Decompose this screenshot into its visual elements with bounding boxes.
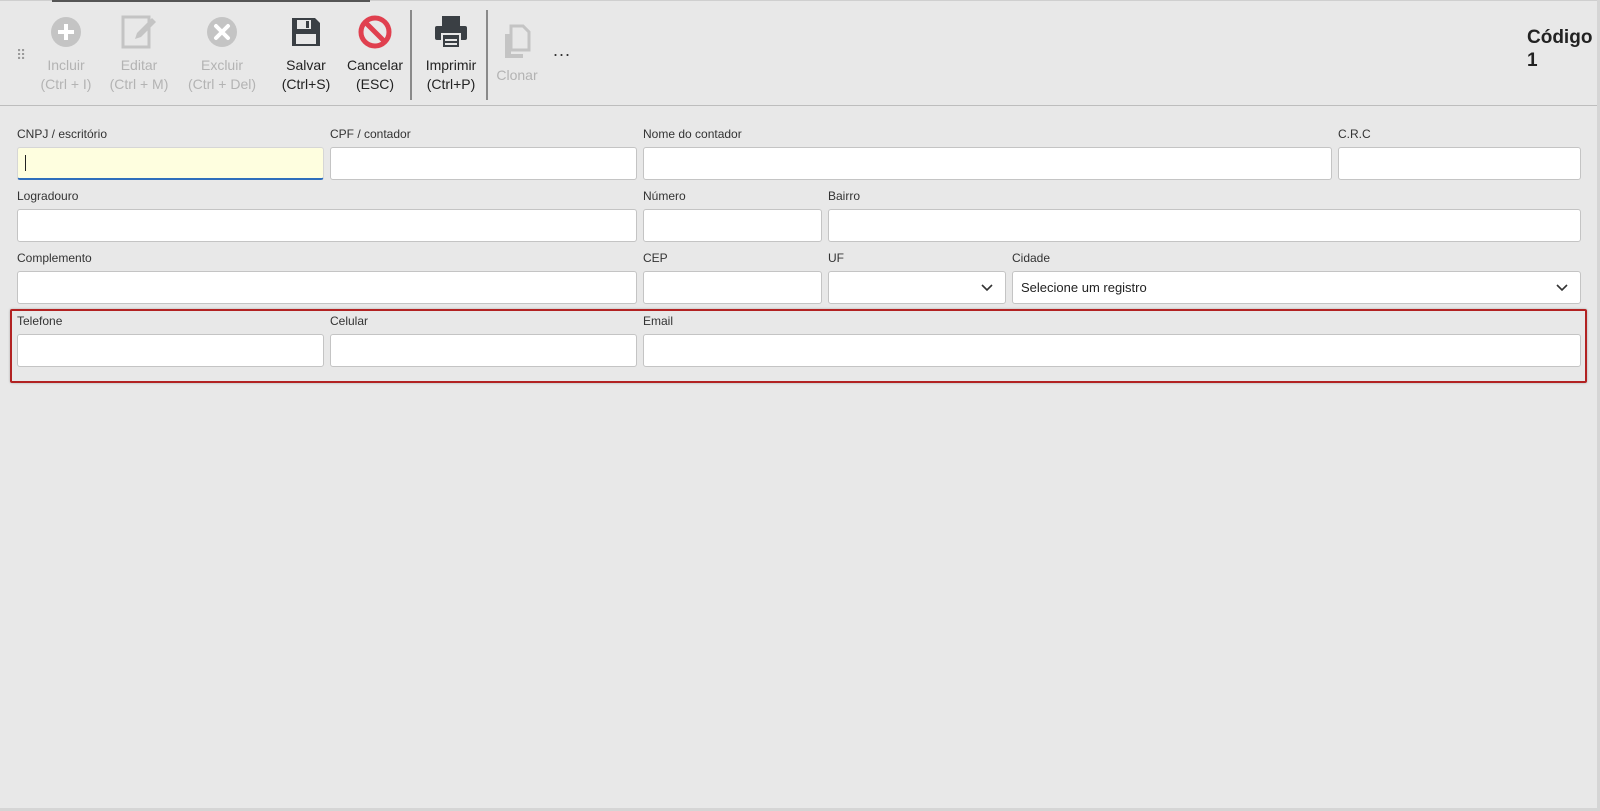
telefone-label: Telefone (17, 314, 63, 328)
toolbar-separator (410, 10, 412, 100)
logradouro-input[interactable] (17, 209, 637, 242)
toolbar: ⠿ Incluir (Ctrl + I) Editar (Ctrl + M) E… (0, 2, 1597, 106)
uf-field: UF (828, 251, 1006, 304)
cpf-label: CPF / contador (330, 127, 411, 141)
codigo-label: Código (1527, 27, 1593, 48)
cnpj-label: CNPJ / escritório (17, 127, 108, 141)
codigo-value: 1 (1527, 50, 1538, 71)
numero-label: Número (643, 189, 686, 203)
codigo-display: Código 1 (1527, 26, 1592, 72)
editar-label: Editar (120, 57, 158, 73)
email-field: Email (643, 314, 1581, 367)
toolbar-separator (486, 10, 488, 100)
cidade-selected-value: Selecione um registro (1021, 280, 1147, 295)
cpf-field: CPF / contador (330, 127, 637, 180)
clonar-button[interactable]: Clonar (494, 22, 540, 110)
cancel-icon (357, 12, 393, 52)
email-label: Email (643, 314, 674, 328)
complemento-label: Complemento (17, 251, 92, 265)
x-circle-icon (204, 12, 240, 52)
celular-input[interactable] (330, 334, 637, 367)
email-input[interactable] (643, 334, 1581, 367)
telefone-field: Telefone (17, 314, 324, 367)
chevron-down-icon (1556, 283, 1568, 291)
excluir-button[interactable]: Excluir (Ctrl + Del) (184, 12, 260, 100)
nome-field: Nome do contador (643, 127, 1332, 180)
numero-input[interactable] (643, 209, 822, 242)
cep-field: CEP (643, 251, 822, 304)
telefone-input[interactable] (17, 334, 324, 367)
more-options-button[interactable]: ... (553, 40, 571, 61)
incluir-button[interactable]: Incluir (Ctrl + I) (38, 12, 94, 100)
editar-button[interactable]: Editar (Ctrl + M) (106, 12, 172, 100)
clonar-label: Clonar (496, 67, 538, 83)
editar-shortcut: (Ctrl + M) (109, 76, 169, 92)
salvar-button[interactable]: Salvar (Ctrl+S) (278, 12, 334, 100)
cancelar-button[interactable]: Cancelar (ESC) (344, 12, 406, 100)
bairro-label: Bairro (828, 189, 861, 203)
cancelar-label: Cancelar (346, 57, 404, 73)
cancelar-shortcut: (ESC) (355, 76, 395, 92)
chevron-down-icon (981, 283, 993, 291)
cidade-label: Cidade (1012, 251, 1051, 265)
incluir-label: Incluir (47, 57, 85, 73)
bairro-input[interactable] (828, 209, 1581, 242)
cep-input[interactable] (643, 271, 822, 304)
copy-icon (499, 22, 535, 62)
numero-field: Número (643, 189, 822, 242)
complemento-input[interactable] (17, 271, 637, 304)
crc-field: C.R.C (1338, 127, 1581, 180)
salvar-shortcut: (Ctrl+S) (281, 76, 331, 92)
excluir-label: Excluir (200, 57, 243, 73)
uf-select[interactable] (828, 271, 1006, 304)
logradouro-field: Logradouro (17, 189, 637, 242)
cpf-input[interactable] (330, 147, 637, 180)
bairro-field: Bairro (828, 189, 1581, 242)
nome-input[interactable] (643, 147, 1332, 180)
printer-icon (433, 12, 469, 52)
logradouro-label: Logradouro (17, 189, 79, 203)
incluir-shortcut: (Ctrl + I) (40, 76, 92, 92)
crc-input[interactable] (1338, 147, 1581, 180)
nome-label: Nome do contador (643, 127, 742, 141)
excluir-shortcut: (Ctrl + Del) (187, 76, 257, 92)
uf-label: UF (828, 251, 844, 265)
edit-icon (121, 12, 157, 52)
cep-label: CEP (643, 251, 668, 265)
imprimir-shortcut: (Ctrl+P) (426, 76, 476, 92)
cidade-select[interactable]: Selecione um registro (1012, 271, 1581, 304)
drag-handle-icon[interactable]: ⠿ (16, 46, 26, 64)
floppy-disk-icon (288, 12, 324, 52)
cidade-field: Cidade Selecione um registro (1012, 251, 1581, 304)
imprimir-button[interactable]: Imprimir (Ctrl+P) (420, 12, 482, 100)
crc-label: C.R.C (1338, 127, 1371, 141)
complemento-field: Complemento (17, 251, 637, 304)
plus-circle-icon (48, 12, 84, 52)
cnpj-field: CNPJ / escritório (17, 127, 324, 180)
salvar-label: Salvar (286, 57, 326, 73)
celular-label: Celular (330, 314, 369, 328)
imprimir-label: Imprimir (425, 57, 477, 73)
text-caret (25, 155, 26, 171)
cnpj-input[interactable] (17, 147, 324, 180)
celular-field: Celular (330, 314, 637, 367)
